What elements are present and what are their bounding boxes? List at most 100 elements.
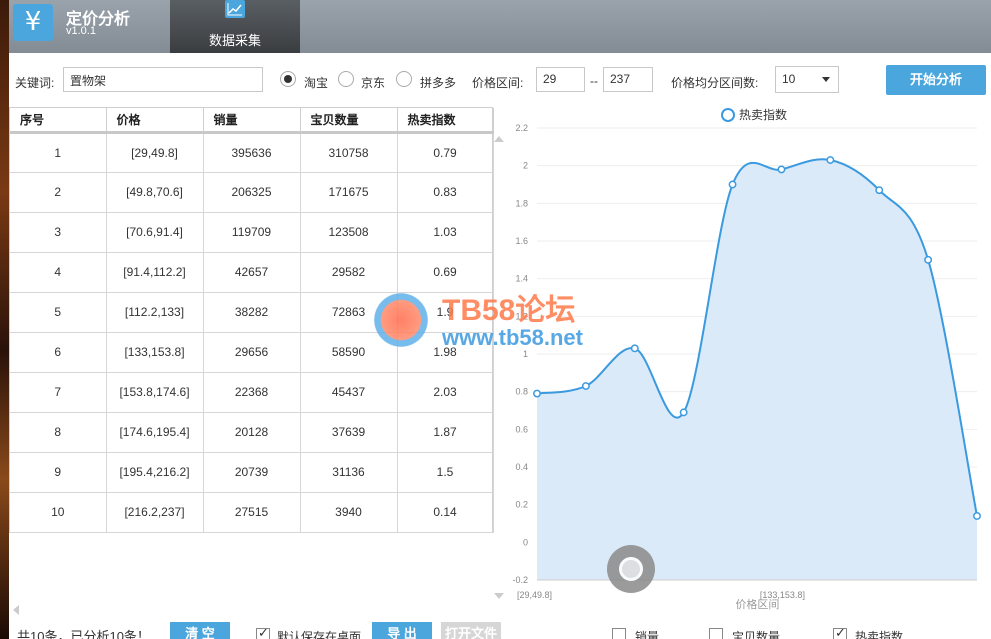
data-point xyxy=(973,512,981,520)
table-cell: 119709 xyxy=(203,212,301,253)
table-cell: 9 xyxy=(10,452,107,493)
tab-data-collect[interactable]: 数据采集 xyxy=(170,0,300,53)
table-cell: 0.69 xyxy=(397,252,494,293)
toggle-sales-label: 销量 xyxy=(635,630,660,639)
table-row[interactable]: 2 [49.8,70.6] 206325 171675 0.83 xyxy=(10,172,494,213)
table-cell: 0.83 xyxy=(397,172,494,213)
table-header-row: 序号 价格 销量 宝贝数量 热卖指数 xyxy=(10,108,494,134)
data-point xyxy=(630,344,639,353)
y-tick-label: 0.2 xyxy=(515,500,528,510)
keyword-label: 关键词: xyxy=(15,76,55,90)
table-cell: 123508 xyxy=(300,212,398,253)
radio-taobao[interactable] xyxy=(280,71,296,87)
data-point xyxy=(924,255,933,264)
keyword-input[interactable]: 置物架 xyxy=(63,67,263,92)
table-row[interactable]: 4 [91.4,112.2] 42657 29582 0.69 xyxy=(10,252,494,293)
table-cell: 20739 xyxy=(203,452,301,493)
toggle-hot-index-label: 热卖指数 xyxy=(855,630,904,639)
toggle-hot-index-checkbox[interactable] xyxy=(833,626,847,639)
result-table: 序号 价格 销量 宝贝数量 热卖指数 1 [29,49.8] 395636 31075… xyxy=(9,107,494,533)
record-button-icon[interactable] xyxy=(607,545,655,593)
save-desktop-label: 默认保存在桌面 xyxy=(277,630,362,639)
start-analysis-button[interactable]: 开始分析 xyxy=(886,65,986,95)
table-cell: [216.2,237] xyxy=(106,492,204,533)
table-row[interactable]: 7 [153.8,174.6] 22368 45437 2.03 xyxy=(10,372,494,413)
intervals-value: 10 xyxy=(782,72,796,86)
price-min-input[interactable]: 29 xyxy=(536,67,585,92)
scroll-left-arrow-icon[interactable] xyxy=(13,605,19,615)
hot-index-chart: -0.2 0 0.2 0.4 0.6 0.8 1 1.2 1.4 1.6 1.8 2 2.2 [29,49… xyxy=(500,100,991,611)
col-header-items[interactable]: 宝贝数量 xyxy=(300,108,398,134)
table-cell: [195.4,216.2] xyxy=(106,452,204,493)
y-tick-label: 0.4 xyxy=(515,462,528,472)
data-point xyxy=(777,165,786,174)
data-point xyxy=(875,186,884,195)
table-row[interactable]: 10 [216.2,237] 27515 3940 0.14 xyxy=(10,492,494,533)
intervals-select[interactable]: 10 xyxy=(775,66,839,93)
table-row[interactable]: 3 [70.6,91.4] 119709 123508 1.03 xyxy=(10,212,494,253)
table-cell: 37639 xyxy=(300,412,398,453)
export-button[interactable]: 导 出 xyxy=(372,622,432,639)
table-row[interactable]: 8 [174.6,195.4] 20128 37639 1.87 xyxy=(10,412,494,453)
chevron-down-icon xyxy=(822,77,830,82)
save-desktop-checkbox[interactable] xyxy=(256,626,270,639)
clear-button[interactable]: 清 空 xyxy=(170,622,230,639)
table-cell: 10 xyxy=(10,492,107,533)
table-row[interactable]: 9 [195.4,216.2] 20739 31136 1.5 xyxy=(10,452,494,493)
radio-taobao-label: 淘宝 xyxy=(304,76,329,90)
table-cell: 72863 xyxy=(300,292,398,333)
table-cell: 45437 xyxy=(300,372,398,413)
line-chart-icon xyxy=(225,0,245,18)
table-cell: [133,153.8] xyxy=(106,332,204,373)
table-row[interactable]: 6 [133,153.8] 29656 58590 1.98 xyxy=(10,332,494,373)
table-cell: 0.79 xyxy=(397,132,494,173)
table-cell: 5 xyxy=(10,292,107,333)
radio-pdd[interactable] xyxy=(396,71,412,87)
table-cell: [29,49.8] xyxy=(106,132,204,173)
y-tick-label: 0.8 xyxy=(515,387,528,397)
table-cell: [153.8,174.6] xyxy=(106,372,204,413)
y-tick-label: 1.6 xyxy=(515,236,528,246)
y-tick-label: 2 xyxy=(523,161,528,171)
col-header-index[interactable]: 序号 xyxy=(10,108,107,134)
table-row[interactable]: 5 [112.2,133] 38282 72863 1.9 xyxy=(10,292,494,333)
radio-jd[interactable] xyxy=(338,71,354,87)
legend-marker xyxy=(721,108,735,122)
table-cell: 310758 xyxy=(300,132,398,173)
col-header-hot-index[interactable]: 热卖指数 xyxy=(397,108,494,134)
data-point xyxy=(533,389,541,398)
table-cell: 1.98 xyxy=(397,332,494,373)
x-axis-title: 价格区间 xyxy=(735,597,779,610)
data-point xyxy=(581,382,590,390)
table-cell: 4 xyxy=(10,252,107,293)
table-cell: 29582 xyxy=(300,252,398,293)
table-cell: 20128 xyxy=(203,412,301,453)
table-cell: 7 xyxy=(10,372,107,413)
table-row[interactable]: 1 [29,49.8] 395636 310758 0.79 xyxy=(10,132,494,173)
y-tick-label: 0 xyxy=(523,537,528,547)
legend-label: 热卖指数 xyxy=(739,107,787,122)
table-cell: 8 xyxy=(10,412,107,453)
col-header-price[interactable]: 价格 xyxy=(106,108,204,134)
col-header-sales[interactable]: 销量 xyxy=(203,108,301,134)
intervals-label: 价格均分区间数: xyxy=(671,76,759,90)
toggle-items-checkbox[interactable] xyxy=(709,628,723,639)
table-cell: 395636 xyxy=(203,132,301,173)
table-cell: 6 xyxy=(10,332,107,373)
search-toolbar: 关键词: 置物架 淘宝 京东 拼多多 价格区间: 29 -- 237 价格均分区… xyxy=(9,53,991,103)
app-header: ¥ 定价分析 v1.0.1 数据采集 xyxy=(9,0,991,53)
table-cell: 1.03 xyxy=(397,212,494,253)
y-tick-label: 1.4 xyxy=(515,274,528,284)
y-tick-label: 1.8 xyxy=(515,198,528,208)
y-tick-label: -0.2 xyxy=(512,575,528,585)
open-file-button[interactable]: 打开文件 xyxy=(441,622,501,639)
table-cell: [91.4,112.2] xyxy=(106,252,204,293)
toggle-sales-checkbox[interactable] xyxy=(612,628,626,639)
app-version: v1.0.1 xyxy=(66,25,96,37)
table-cell: 29656 xyxy=(203,332,301,373)
summary-text: 共10条，已分析10条！ xyxy=(17,629,150,639)
data-point xyxy=(728,180,737,189)
table-cell: 171675 xyxy=(300,172,398,213)
price-max-input[interactable]: 237 xyxy=(603,67,653,92)
table-cell: 1.5 xyxy=(397,452,494,493)
